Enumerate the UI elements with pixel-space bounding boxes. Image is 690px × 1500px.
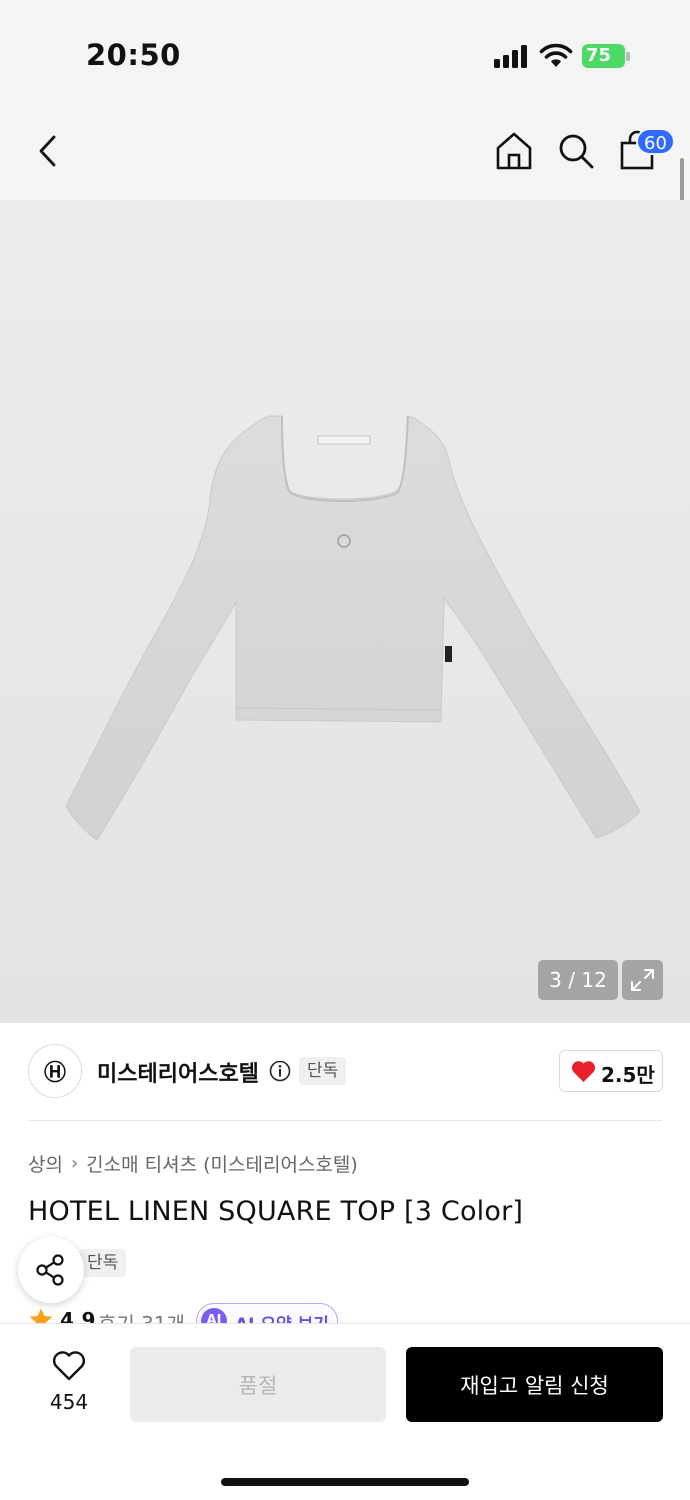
product-title: HOTEL LINEN SQUARE TOP [3 Color] [28, 1196, 524, 1227]
product-exclusive-badge: 단독 [79, 1249, 127, 1277]
bottom-action-bar: 454 품절 재입고 알림 신청 [0, 1323, 690, 1500]
chevron-right-icon: › [70, 1153, 79, 1174]
home-icon[interactable] [492, 129, 536, 173]
info-icon[interactable] [269, 1060, 291, 1082]
cart-count-badge: 60 [636, 128, 675, 155]
sold-out-button[interactable]: 품절 [130, 1347, 386, 1422]
status-bar: 20:50 75 [0, 0, 690, 105]
brand-name[interactable]: 미스테리어스호텔 [97, 1056, 259, 1088]
product-photo-top [65, 415, 641, 841]
expand-icon [631, 969, 654, 991]
breadcrumb-subcategory[interactable]: 긴소매 티셔츠 (미스테리어스호텔) [86, 1150, 358, 1177]
battery-icon: 75 [582, 44, 630, 68]
share-button[interactable] [18, 1237, 84, 1303]
divider [28, 1120, 662, 1121]
image-counter: 3 / 12 [538, 960, 618, 1000]
restock-alert-button[interactable]: 재입고 알림 신청 [406, 1347, 663, 1422]
heart-outline-icon [52, 1351, 86, 1381]
home-indicator[interactable] [221, 1478, 469, 1486]
wishlist-count: 454 [49, 1390, 89, 1414]
battery-percent: 75 [586, 45, 612, 66]
wifi-icon [539, 43, 573, 67]
brand-like-count: 2.5만 [601, 1063, 655, 1087]
wishlist-button[interactable]: 454 [40, 1348, 98, 1420]
breadcrumb-category[interactable]: 상의 [28, 1150, 63, 1177]
brand-like-button[interactable]: 2.5만 [559, 1050, 663, 1092]
expand-button[interactable] [622, 960, 663, 1000]
top-navigation-bar [0, 105, 690, 200]
product-image-gallery[interactable]: 3 / 12 [0, 200, 690, 1023]
share-icon [36, 1254, 64, 1286]
breadcrumb: 상의 › 긴소매 티셔츠 (미스테리어스호텔) [28, 1150, 358, 1177]
search-icon[interactable] [554, 129, 598, 173]
exclusive-badge: 단독 [299, 1057, 347, 1085]
back-chevron-icon[interactable] [26, 129, 70, 173]
brand-logo[interactable]: Ⓗ [28, 1044, 82, 1098]
heart-filled-icon [571, 1061, 596, 1082]
status-time: 20:50 [86, 38, 181, 72]
cellular-signal-icon [494, 44, 530, 68]
